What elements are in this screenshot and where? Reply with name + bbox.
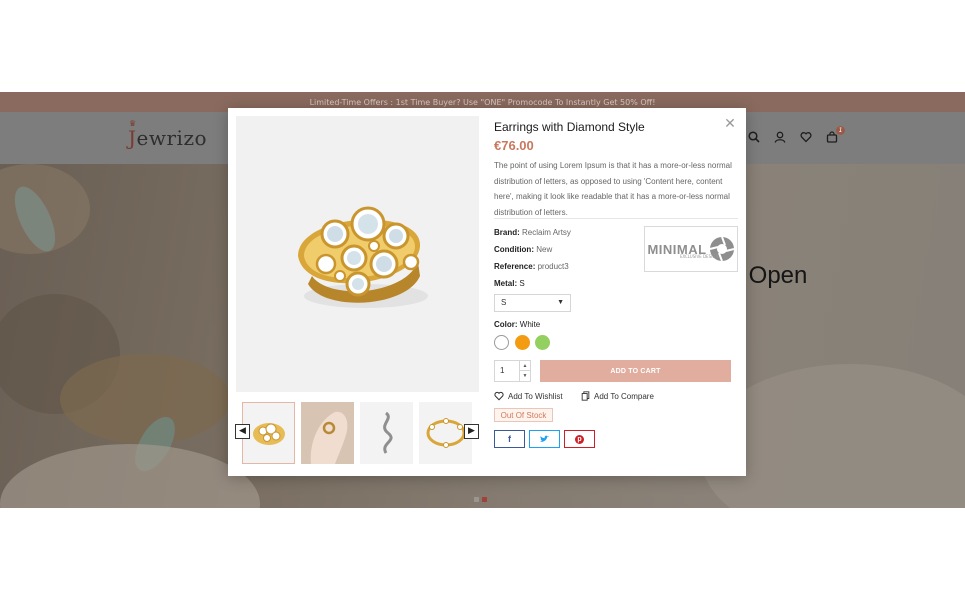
- add-to-wishlist-link[interactable]: Add To Wishlist: [494, 391, 563, 401]
- cart-count-badge: 1: [836, 126, 845, 135]
- thumbnail-next-arrow-icon[interactable]: ▶: [464, 424, 479, 439]
- ring-thumb-icon: [252, 423, 285, 445]
- add-to-compare-link[interactable]: Add To Compare: [581, 391, 654, 401]
- quick-view-modal: ✕ ◀ ▶ Earrings with Diamond Style €76.00…: [228, 108, 746, 476]
- logo-text: ewrizo: [136, 126, 208, 150]
- twitter-icon: [540, 435, 549, 442]
- product-main-image: [236, 116, 479, 392]
- condition-row: Condition: New: [494, 245, 552, 254]
- slider-dot[interactable]: [474, 497, 479, 502]
- quantity-spinner: ▲ ▼: [519, 361, 530, 381]
- color-label: Color: White: [494, 320, 540, 329]
- hand-ring-thumb-icon: [301, 402, 354, 464]
- brand-label: Brand:: [494, 228, 520, 237]
- slider-dot-active[interactable]: [482, 497, 487, 502]
- ring-image: [297, 206, 428, 308]
- metal-label: Metal: S: [494, 279, 525, 288]
- cart-icon[interactable]: 1: [825, 126, 845, 144]
- search-icon[interactable]: [747, 130, 761, 144]
- stock-status-badge: Out Of Stock: [494, 408, 553, 422]
- share-pinterest-button[interactable]: p: [564, 430, 595, 448]
- brand-logo[interactable]: MINIMAL EXCLUSIVE DESIGN: [644, 226, 738, 272]
- quantity-down-icon[interactable]: ▼: [520, 371, 530, 381]
- crown-icon: ♛: [129, 119, 137, 128]
- color-swatch-orange[interactable]: [515, 335, 530, 350]
- thumbnail-hand-ring[interactable]: [301, 402, 354, 464]
- thumbnail-prev-arrow-icon[interactable]: ◀: [235, 424, 250, 439]
- quantity-stepper[interactable]: 1 ▲ ▼: [494, 360, 531, 382]
- add-to-cart-button[interactable]: ADD TO CART: [540, 360, 731, 382]
- metal-selected-value: S: [519, 279, 525, 288]
- wishlist-label: Add To Wishlist: [508, 391, 563, 401]
- quantity-value[interactable]: 1: [500, 366, 504, 375]
- condition-label: Condition:: [494, 245, 534, 254]
- logo-letter: J: [128, 126, 137, 150]
- header-icons: 1: [747, 126, 845, 144]
- metal-label-text: Metal:: [494, 279, 518, 288]
- slider-dots: [474, 497, 487, 502]
- color-label-text: Color:: [494, 320, 518, 329]
- reference-value: product3: [537, 262, 569, 271]
- quantity-up-icon[interactable]: ▲: [520, 361, 530, 371]
- earring-thumb-icon: [382, 411, 393, 454]
- color-swatch-green[interactable]: [535, 335, 550, 350]
- share-facebook-button[interactable]: f: [494, 430, 525, 448]
- thumbnail-strip: ◀ ▶: [235, 402, 479, 464]
- metal-select[interactable]: S ▼: [494, 294, 571, 312]
- product-description: The point of using Lorem Ipsum is that i…: [494, 161, 732, 217]
- share-twitter-button[interactable]: [529, 430, 560, 448]
- brand-logo-subtitle: EXCLUSIVE DESIGN: [680, 254, 719, 259]
- caret-down-icon: ▼: [557, 299, 564, 306]
- brand-value[interactable]: Reclaim Artsy: [522, 228, 571, 237]
- heart-icon: [494, 391, 504, 401]
- bracelet-thumb-icon: [426, 418, 465, 448]
- reference-row: Reference: product3: [494, 262, 569, 271]
- product-info: Earrings with Diamond Style €76.00 The p…: [494, 108, 738, 476]
- promo-text: Limited-Time Offers : 1st Time Buyer? Us…: [309, 97, 656, 107]
- product-price: €76.00: [494, 138, 534, 153]
- hero-fabric-decor: [0, 444, 260, 508]
- color-swatch-white[interactable]: [494, 335, 509, 350]
- page: Limited-Time Offers : 1st Time Buyer? Us…: [0, 0, 965, 600]
- compare-label: Add To Compare: [594, 391, 654, 401]
- condition-value: New: [536, 245, 553, 254]
- color-selected-value: White: [519, 320, 541, 329]
- heart-icon[interactable]: [799, 130, 813, 144]
- facebook-icon: f: [508, 434, 511, 444]
- thumbnail-earring[interactable]: [360, 402, 413, 464]
- compare-icon: [581, 391, 590, 401]
- metal-select-value: S: [501, 298, 507, 307]
- brand-row: Brand: Reclaim Artsy: [494, 228, 571, 237]
- site-logo[interactable]: ♛ Jewrizo: [128, 119, 208, 150]
- product-title: Earrings with Diamond Style: [494, 120, 645, 134]
- pinterest-icon: p: [575, 434, 584, 444]
- user-icon[interactable]: [773, 130, 787, 144]
- divider: [494, 218, 738, 219]
- reference-label: Reference:: [494, 262, 536, 271]
